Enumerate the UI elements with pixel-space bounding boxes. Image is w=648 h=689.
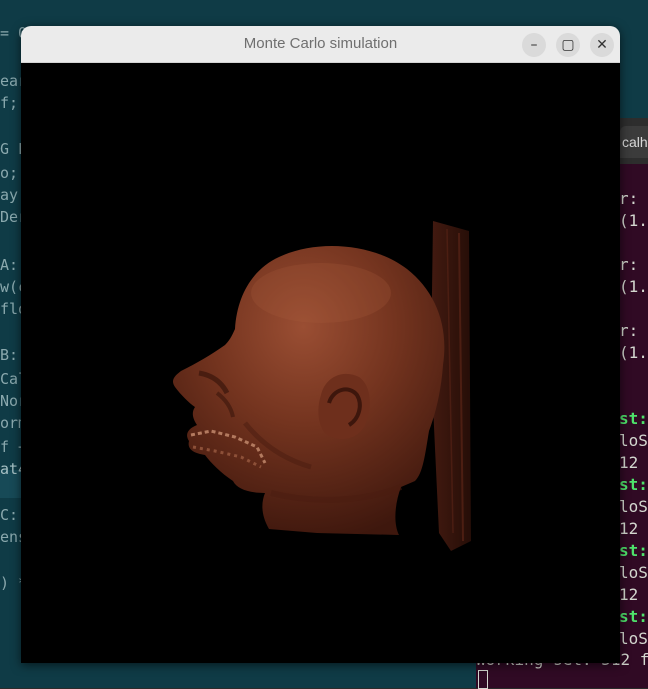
minimize-button[interactable]: – xyxy=(522,33,546,57)
terminal-cursor xyxy=(478,670,488,689)
terminal-line: st: xyxy=(619,541,648,560)
render-viewport[interactable] xyxy=(21,63,620,663)
terminal-line: 12 f xyxy=(619,453,648,472)
window-titlebar[interactable]: Monte Carlo simulation – ▢ ✕ xyxy=(21,26,620,63)
volume-render-image xyxy=(173,221,471,551)
editor-line: C: xyxy=(0,506,19,524)
editor-line: B: xyxy=(0,346,19,364)
terminal-line: 12 f xyxy=(619,585,648,604)
editor-line: A: xyxy=(0,256,19,274)
terminal-line: r: ( xyxy=(619,321,648,340)
editor-line: o; xyxy=(0,164,19,182)
terminal-line: 12 f xyxy=(619,519,648,538)
terminal-line: (1.0 xyxy=(619,277,648,296)
terminal-line: st: xyxy=(619,409,648,428)
terminal-line: r: ( xyxy=(619,189,648,208)
terminal-line: st: xyxy=(619,475,648,494)
terminal-line: loSt xyxy=(619,629,648,648)
terminal-tab[interactable]: calh xyxy=(620,126,648,158)
terminal-line: loSt xyxy=(619,563,648,582)
close-button[interactable]: ✕ xyxy=(590,33,614,57)
head-volume xyxy=(173,245,445,536)
terminal-line: loSt xyxy=(619,431,648,450)
terminal-line: r: ( xyxy=(619,255,648,274)
maximize-button[interactable]: ▢ xyxy=(556,33,580,57)
terminal-line: (1.0 xyxy=(619,343,648,362)
editor-line: f; xyxy=(0,94,19,112)
terminal-line: (1.0 xyxy=(619,211,648,230)
simulation-window: Monte Carlo simulation – ▢ ✕ xyxy=(21,26,620,663)
terminal-line: loSt xyxy=(619,497,648,516)
terminal-line: st: xyxy=(619,607,648,626)
